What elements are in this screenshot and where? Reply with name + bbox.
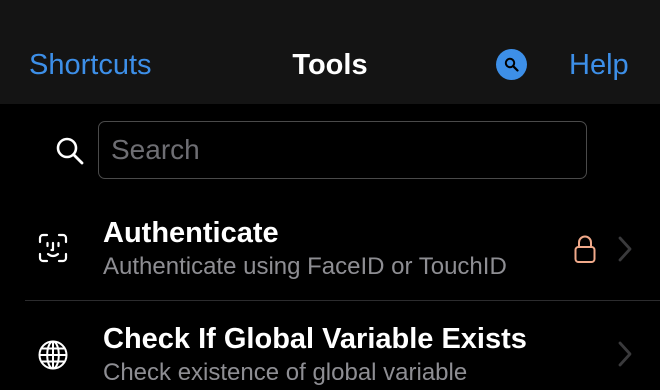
globe-icon	[38, 340, 68, 370]
action-title: Authenticate	[103, 217, 279, 249]
search-icon	[56, 137, 84, 165]
chevron-right-icon	[618, 236, 632, 262]
action-subtitle: Check existence of global variable	[103, 359, 468, 386]
page-title: Tools	[292, 49, 368, 81]
search-button[interactable]	[496, 49, 527, 80]
tools-screen: Shortcuts Tools Help Search Authenticate…	[0, 0, 660, 390]
action-row-authenticate[interactable]: Authenticate Authenticate using FaceID o…	[0, 200, 660, 300]
magnifier-icon	[504, 57, 519, 72]
lock-icon	[574, 235, 596, 263]
chevron-right-icon	[618, 341, 632, 367]
action-subtitle: Authenticate using FaceID or TouchID	[103, 253, 507, 280]
faceid-icon	[38, 233, 68, 263]
search-input[interactable]	[98, 121, 587, 179]
navigation-bar: Shortcuts Tools Help	[0, 0, 660, 104]
help-button[interactable]: Help	[569, 46, 629, 84]
action-title: Check If Global Variable Exists	[103, 323, 527, 355]
action-row-check-global-variable[interactable]: Check If Global Variable Exists Check ex…	[0, 301, 660, 390]
